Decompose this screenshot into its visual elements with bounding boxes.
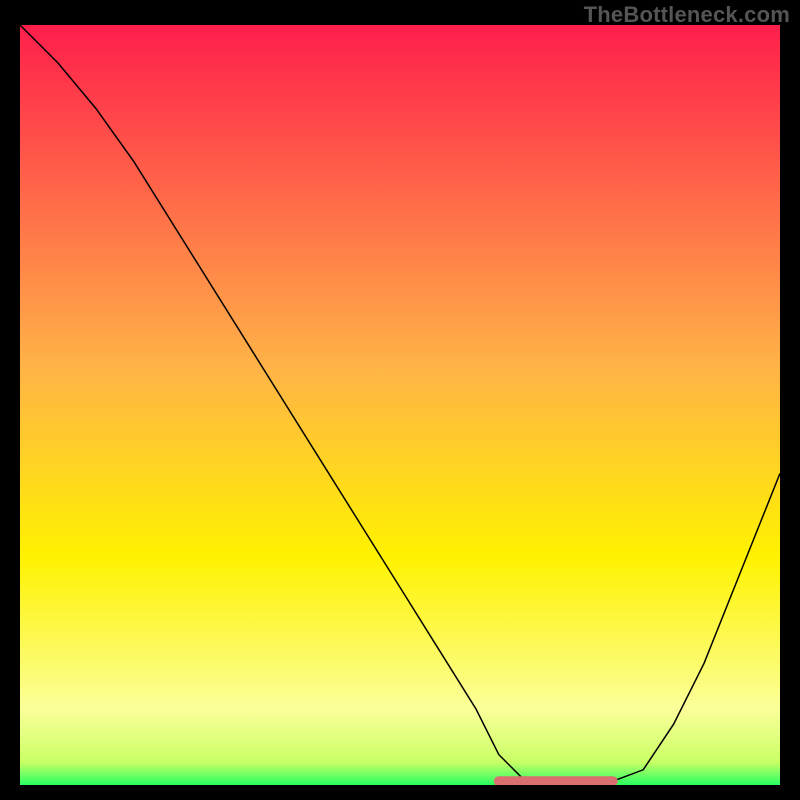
gradient-background xyxy=(20,25,780,785)
plot-area xyxy=(20,25,780,785)
watermark-text: TheBottleneck.com xyxy=(584,2,790,28)
chart-svg xyxy=(20,25,780,785)
chart-frame: TheBottleneck.com xyxy=(0,0,800,800)
